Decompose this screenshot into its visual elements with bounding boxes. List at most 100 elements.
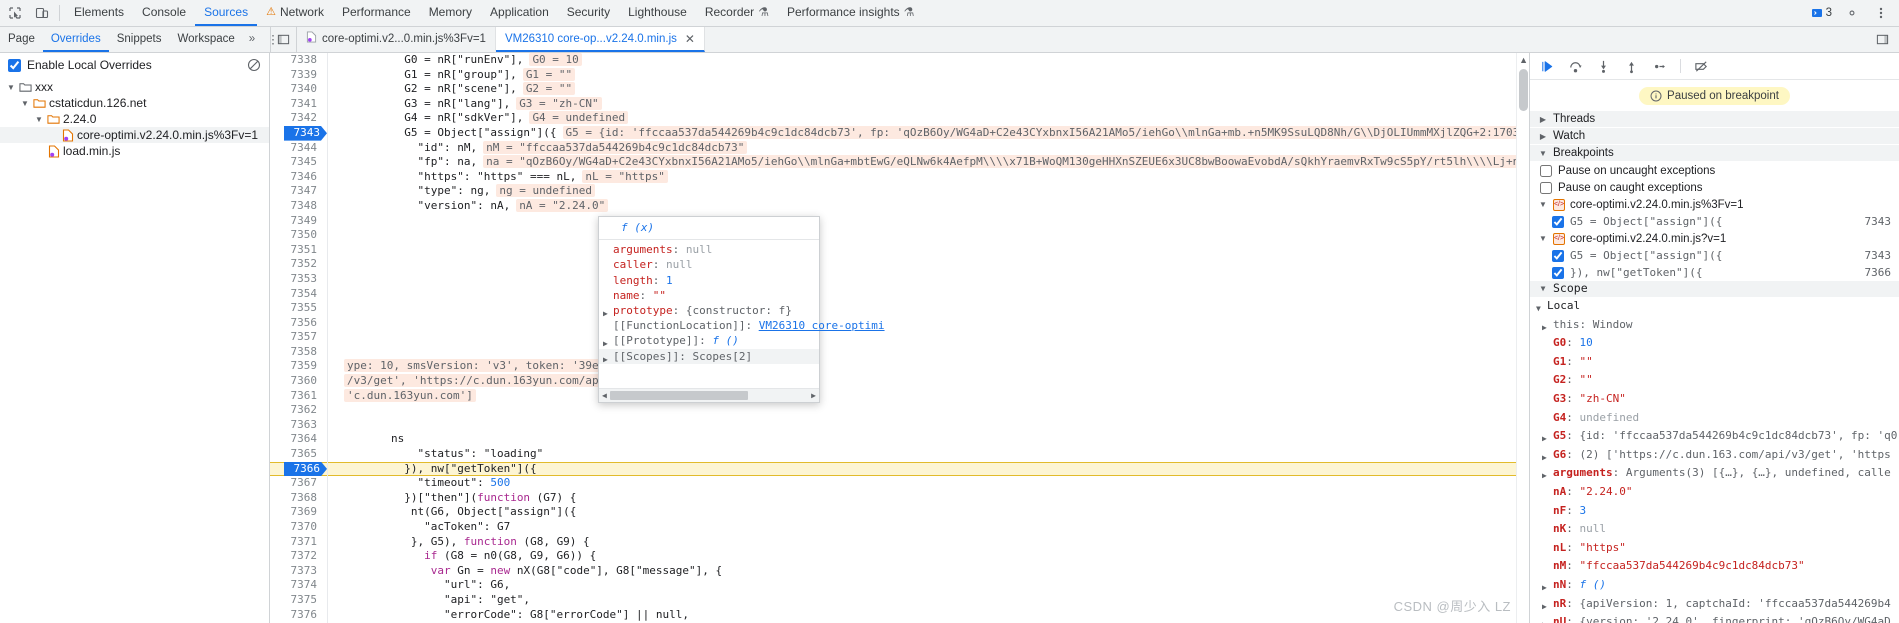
code-editor[interactable]: 7338 G0 = nR["runEnv"], G0 = 10 7339 G1 = … [270,53,1529,623]
pause-uncaught-row[interactable]: Pause on uncaught exceptions [1530,162,1899,179]
line-gutter[interactable]: 7342 [270,111,328,126]
popup-scroll-thumb[interactable] [609,391,748,400]
line-content[interactable]: }, G5), function (G8, G9) { [328,535,1529,550]
popup-property-row[interactable]: [[FunctionLocation]]: VM26310 core-optim… [599,318,885,333]
line-content[interactable]: "acToken": G7 [328,520,1529,535]
line-number[interactable]: 7374 [291,578,318,591]
line-number[interactable]: 7371 [291,535,318,548]
section-threads[interactable]: ▶ Threads [1530,111,1899,128]
code-line[interactable]: 7371 }, G5), function (G8, G9) { [270,534,1529,550]
code-line[interactable]: 7356 [270,315,1529,331]
line-number[interactable]: 7369 [291,505,318,518]
code-line[interactable]: 7360/v3/get', 'https://c.dun.163yun.com/… [270,374,1529,389]
scroll-up-arrow-icon[interactable]: ▲ [1519,55,1528,65]
popup-property-row[interactable]: arguments: null [599,242,819,257]
breakpoint-file-group[interactable]: ▼ </> core-optimi.v2.24.0.min.js%3Fv=1 [1530,196,1899,213]
line-content[interactable]: nt(G6, Object["assign"]({ [328,505,1529,520]
popup-property-row[interactable]: ▶ [[Prototype]]: f () [599,333,819,348]
line-content[interactable]: G1 = nR["group"], G1 = "" [328,67,1529,83]
step-over-button[interactable] [1568,59,1583,74]
line-number[interactable]: 7372 [291,549,318,562]
line-gutter[interactable]: 7376 [270,607,328,623]
popup-property-row[interactable]: name: "" [599,288,819,303]
tab-console[interactable]: Console [133,0,195,26]
tab-performance[interactable]: Performance [333,0,420,26]
tree-item[interactable]: ▼load.min.js [0,143,269,159]
expand-triangle-icon[interactable]: ▶ [1542,596,1553,615]
code-line[interactable]: 7341 G3 = nR["lang"], G3 = "zh-CN" [270,96,1529,112]
line-gutter[interactable]: 7341 [270,96,328,112]
line-gutter[interactable]: 7355 [270,301,328,316]
navigator-tab-workspace[interactable]: Workspace [169,27,242,52]
line-content[interactable]: G5 = Object["assign"]({G5 = {id: 'ffccaa… [328,125,1529,141]
line-content[interactable]: "type": ng, ng = undefined [328,184,1529,199]
line-gutter[interactable]: 7360 [270,374,328,389]
scope-variable-row[interactable]: ▶ G6: (2) ['https://c.dun.163.com/api/v3/… [1530,447,1899,466]
line-content[interactable]: })["then"](function (G7) { [328,491,1529,506]
expand-triangle-icon[interactable]: ▼ [34,115,44,124]
tab-performance-insights[interactable]: Performance insights ⚗ [778,0,923,26]
line-gutter[interactable]: 7352 [270,257,328,272]
pause-caught-row[interactable]: Pause on caught exceptions [1530,179,1899,196]
line-number[interactable]: 7349 [291,214,318,227]
line-gutter[interactable]: 7339 [270,67,328,83]
line-number[interactable]: 7375 [291,593,318,606]
line-number[interactable]: 7357 [291,330,318,343]
expand-triangle-icon[interactable]: ▶ [1542,317,1553,336]
breakpoint-row[interactable]: G5 = Object["assign"]({7343 [1530,247,1899,264]
step-into-button[interactable] [1596,59,1611,74]
line-number[interactable]: 7346 [291,170,318,183]
popup-horizontal-scrollbar[interactable]: ◀ ▶ [599,388,819,402]
line-content[interactable]: /v3/get', 'https://c.dun.163yun.com/api/… [328,374,1529,389]
code-line[interactable]: 7338 G0 = nR["runEnv"], G0 = 10 [270,53,1529,68]
scroll-right-arrow-icon[interactable]: ▶ [811,388,816,403]
breakpoint-line-number[interactable]: 7366 [284,462,328,477]
line-number[interactable]: 7341 [291,97,318,110]
code-line[interactable]: 7352 [270,257,1529,272]
section-scope[interactable]: ▼ Scope [1530,281,1899,298]
code-line[interactable]: 7353 [270,271,1529,287]
line-content[interactable]: "api": "get", [328,593,1529,608]
line-content[interactable]: ns [328,432,1529,447]
navigator-tab-snippets[interactable]: Snippets [109,27,170,52]
tab-lighthouse[interactable]: Lighthouse [619,0,696,26]
line-content[interactable]: var Gn = new nX(G8["code"], G8["message"… [328,564,1529,579]
line-number[interactable]: 7338 [291,53,318,66]
line-gutter[interactable]: 7351 [270,242,328,258]
clear-overrides-icon[interactable] [247,58,261,72]
code-line[interactable]: 7342 G4 = nR["sdkVer"], G4 = undefined [270,111,1529,126]
scope-variable-row[interactable]: ▶G3: "zh-CN" [1530,391,1899,410]
code-line[interactable]: 7370 "acToken": G7 [270,520,1529,535]
line-number[interactable]: 7340 [291,82,318,95]
line-content[interactable]: G3 = nR["lang"], G3 = "zh-CN" [328,96,1529,112]
popup-property-row[interactable]: ▶ [[Scopes]]: Scopes[2] [599,348,819,364]
line-gutter[interactable]: 7348 [270,198,328,214]
line-number[interactable]: 7360 [291,374,318,387]
expand-triangle-icon[interactable]: ▼ [1538,281,1548,297]
code-line[interactable]: 7350 [270,228,1529,243]
line-number[interactable]: 7358 [291,345,318,358]
editor-tab-0[interactable]: core-optimi.v2...0.min.js%3Fv=1 [297,27,496,52]
tree-item[interactable]: ▼ 2.24.0 [0,111,269,127]
line-gutter[interactable]: 7343 [270,125,328,141]
code-line[interactable]: 7369 nt(G6, Object["assign"]({ [270,505,1529,520]
line-number[interactable]: 7367 [291,476,318,489]
code-line[interactable]: 7366 }), nw["getToken"]({ [270,461,1529,477]
line-number[interactable]: 7350 [291,228,318,241]
line-gutter[interactable]: 7347 [270,184,328,199]
navigator-tab-more[interactable]: » [243,27,261,52]
line-gutter[interactable]: 7354 [270,286,328,302]
code-line[interactable]: 7358 [270,344,1529,360]
code-line[interactable]: 7355 [270,301,1529,316]
line-gutter[interactable]: 7340 [270,82,328,97]
scope-variable-row[interactable]: ▶nF: 3 [1530,503,1899,522]
expand-triangle-icon[interactable]: ▼ [1536,298,1547,317]
line-number[interactable]: 7339 [291,68,318,81]
breakpoint-row[interactable]: G5 = Object["assign"]({7343 [1530,213,1899,230]
code-line[interactable]: 7346 "https": "https" === nL, nL = "https… [270,169,1529,185]
property-value[interactable]: VM26310 core-optimi [759,319,885,332]
breakpoint-checkbox[interactable] [1552,249,1564,262]
line-gutter[interactable]: 7371 [270,534,328,550]
code-line[interactable]: 7373 var Gn = new nX(G8["code"], G8["mes… [270,563,1529,579]
line-number[interactable]: 7370 [291,520,318,533]
